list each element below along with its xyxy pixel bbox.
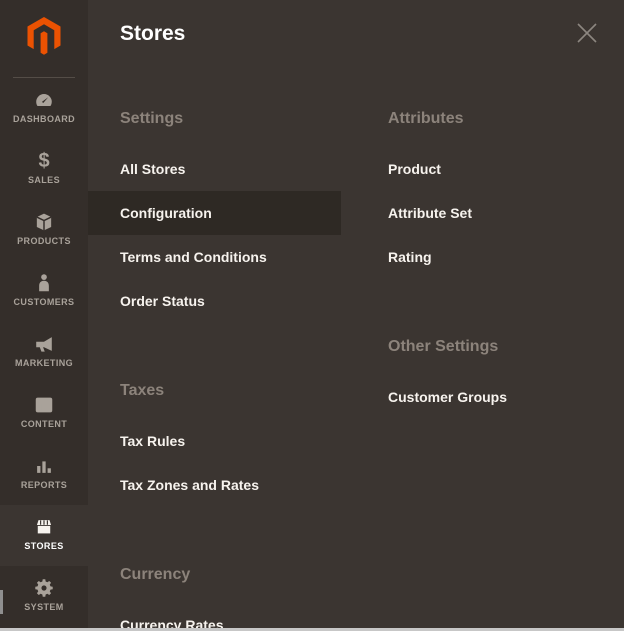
sidebar-item-label: CONTENT xyxy=(21,419,67,429)
stores-flyout-menu: Stores Settings All Stores Configuration… xyxy=(88,0,624,631)
person-icon xyxy=(33,272,55,294)
section-other-settings: Other Settings Customer Groups xyxy=(356,338,624,419)
sidebar-item-label: DASHBOARD xyxy=(13,114,75,124)
sidebar: DASHBOARD $ SALES PRODUCTS xyxy=(0,0,88,631)
sidebar-item-dashboard[interactable]: DASHBOARD xyxy=(0,78,88,139)
sidebar-item-label: STORES xyxy=(24,541,63,551)
sidebar-item-marketing[interactable]: MARKETING xyxy=(0,322,88,383)
menu-item-terms-and-conditions[interactable]: Terms and Conditions xyxy=(88,235,341,279)
sidebar-item-label: MARKETING xyxy=(15,358,73,368)
scrollbar-artifact xyxy=(0,590,3,614)
menu-item-rating[interactable]: Rating xyxy=(356,235,609,279)
sidebar-item-customers[interactable]: CUSTOMERS xyxy=(0,261,88,322)
flyout-title: Stores xyxy=(120,20,185,47)
menu-item-all-stores[interactable]: All Stores xyxy=(88,147,341,191)
section-title: Settings xyxy=(88,110,356,128)
sidebar-item-products[interactable]: PRODUCTS xyxy=(0,200,88,261)
box-icon xyxy=(33,211,55,233)
megaphone-icon xyxy=(33,333,55,355)
sidebar-item-label: REPORTS xyxy=(21,480,67,490)
section-attributes: Attributes Product Attribute Set Rating xyxy=(356,110,624,279)
sidebar-item-sales[interactable]: $ SALES xyxy=(0,139,88,200)
section-settings: Settings All Stores Configuration Terms … xyxy=(88,110,356,323)
menu-item-tax-rules[interactable]: Tax Rules xyxy=(88,419,341,463)
sidebar-item-reports[interactable]: REPORTS xyxy=(0,444,88,505)
sidebar-item-label: PRODUCTS xyxy=(17,236,71,246)
menu-item-order-status[interactable]: Order Status xyxy=(88,279,341,323)
sidebar-item-system[interactable]: SYSTEM xyxy=(0,566,88,627)
sidebar-item-label: SALES xyxy=(28,175,60,185)
sidebar-item-stores[interactable]: STORES xyxy=(0,505,88,566)
dollar-icon: $ xyxy=(38,150,49,172)
menu-item-product[interactable]: Product xyxy=(356,147,609,191)
magento-logo-icon xyxy=(23,16,65,62)
sidebar-item-label: CUSTOMERS xyxy=(14,297,75,307)
storefront-icon xyxy=(33,516,55,538)
menu-item-configuration[interactable]: Configuration xyxy=(88,191,341,235)
flyout-header: Stores xyxy=(88,0,624,96)
menu-item-customer-groups[interactable]: Customer Groups xyxy=(356,375,609,419)
flyout-column-1: Settings All Stores Configuration Terms … xyxy=(88,96,356,631)
section-title: Attributes xyxy=(356,110,624,128)
layout-icon xyxy=(33,394,55,416)
gear-icon xyxy=(33,577,55,599)
section-title: Other Settings xyxy=(356,338,624,356)
close-icon[interactable] xyxy=(574,20,600,46)
magento-admin: DASHBOARD $ SALES PRODUCTS xyxy=(0,0,624,631)
menu-item-attribute-set[interactable]: Attribute Set xyxy=(356,191,609,235)
sidebar-item-label: SYSTEM xyxy=(24,602,63,612)
flyout-column-2: Attributes Product Attribute Set Rating … xyxy=(356,96,624,631)
section-title: Currency xyxy=(88,566,356,584)
flyout-body: Settings All Stores Configuration Terms … xyxy=(88,96,624,631)
sidebar-item-content[interactable]: CONTENT xyxy=(0,383,88,444)
menu-item-tax-zones-and-rates[interactable]: Tax Zones and Rates xyxy=(88,463,341,507)
section-taxes: Taxes Tax Rules Tax Zones and Rates xyxy=(88,382,356,507)
magento-logo[interactable] xyxy=(0,0,88,77)
section-title: Taxes xyxy=(88,382,356,400)
sidebar-nav: DASHBOARD $ SALES PRODUCTS xyxy=(0,78,88,627)
gauge-icon xyxy=(33,89,55,111)
bar-chart-icon xyxy=(33,455,55,477)
section-currency: Currency Currency Rates xyxy=(88,566,356,631)
menu-item-currency-rates[interactable]: Currency Rates xyxy=(88,603,341,631)
